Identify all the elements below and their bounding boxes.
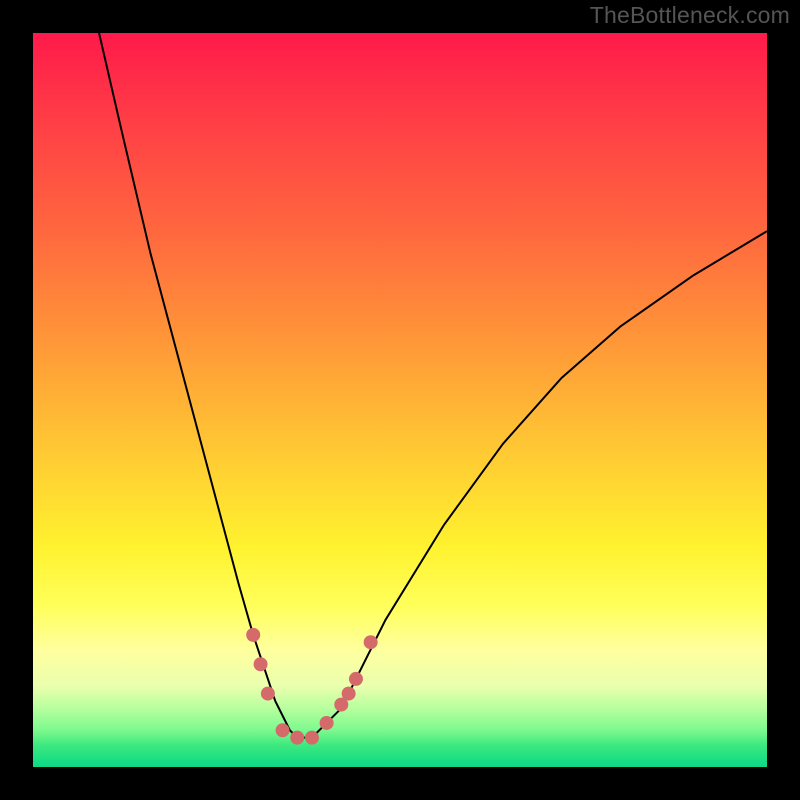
data-point [342, 687, 356, 701]
data-point [305, 731, 319, 745]
curve-path [99, 33, 767, 738]
bottleneck-curve [99, 33, 767, 738]
data-point [349, 672, 363, 686]
data-point [261, 687, 275, 701]
chart-svg [33, 33, 767, 767]
data-point [254, 657, 268, 671]
data-point [246, 628, 260, 642]
bottleneck-data-points [246, 628, 377, 745]
data-point [320, 716, 334, 730]
data-point [364, 635, 378, 649]
chart-container: TheBottleneck.com [0, 0, 800, 800]
data-point [290, 731, 304, 745]
watermark-text: TheBottleneck.com [590, 2, 790, 29]
plot-area [33, 33, 767, 767]
data-point [276, 723, 290, 737]
